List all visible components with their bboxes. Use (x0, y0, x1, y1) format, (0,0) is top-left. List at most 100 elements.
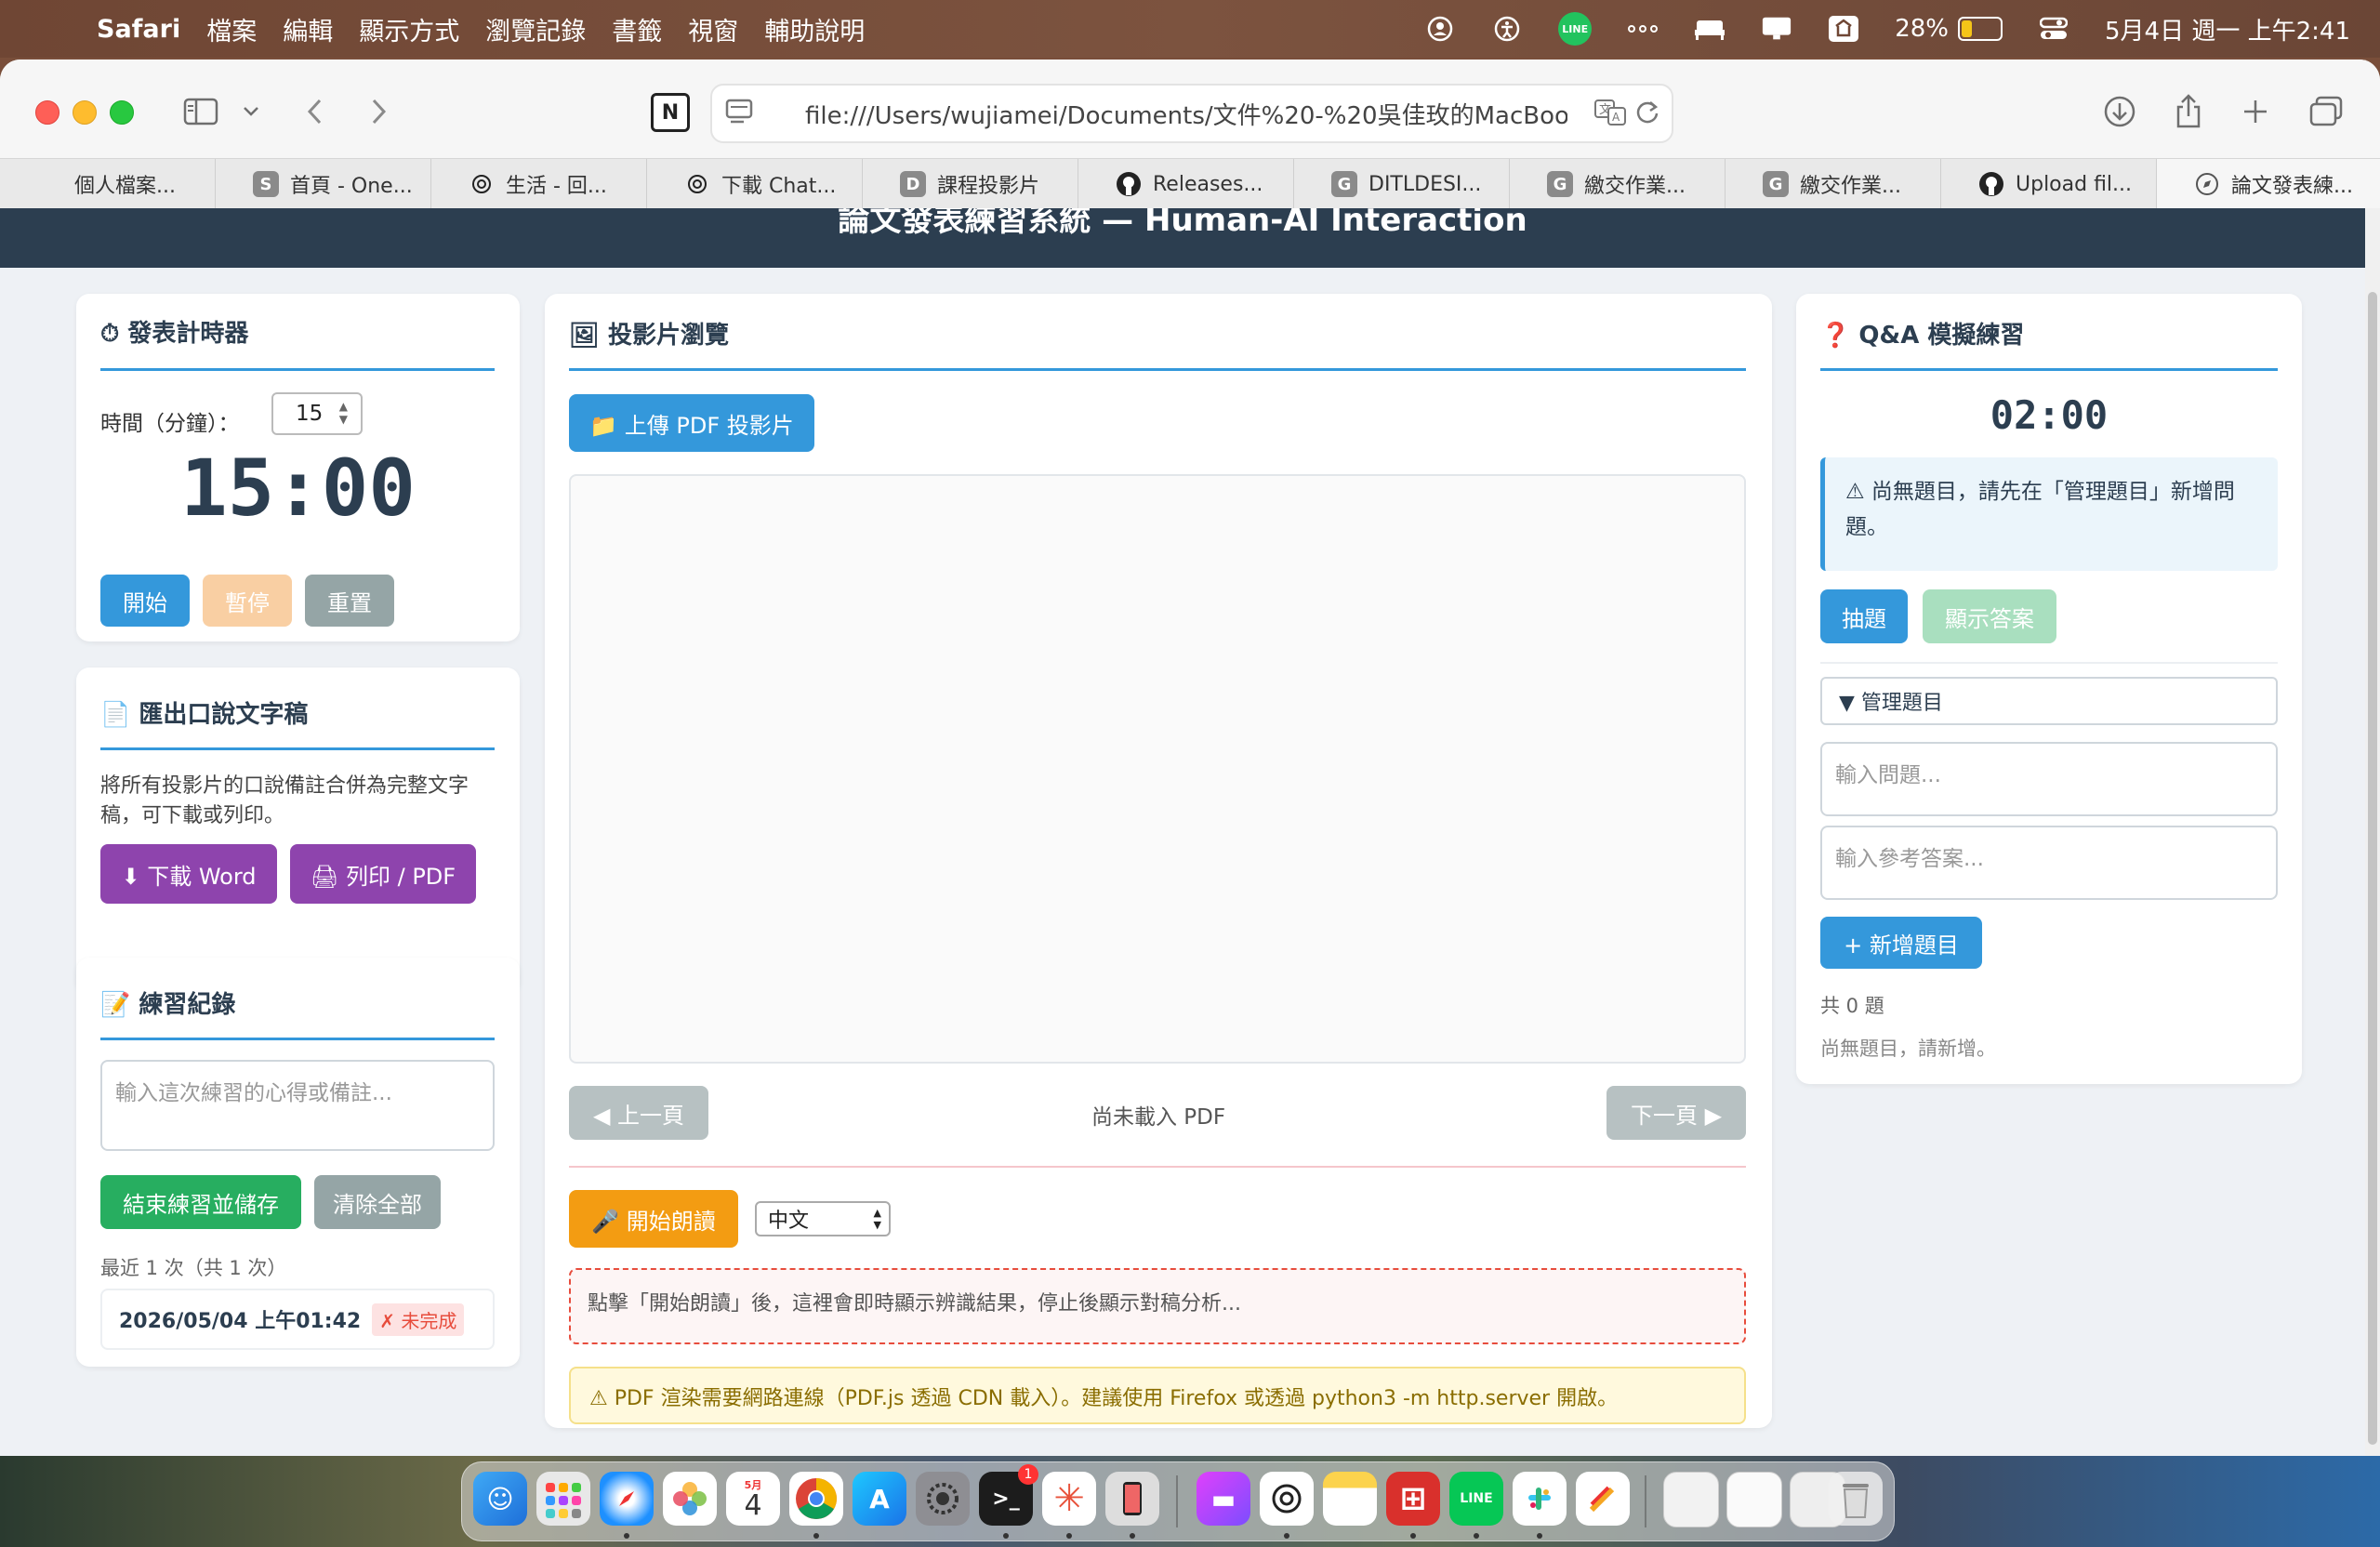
tab-download-chatgpt[interactable]: 下載 Chat... (647, 159, 863, 209)
tab-releases[interactable]: Releases... (1078, 159, 1294, 209)
display-icon[interactable] (1761, 13, 1792, 45)
slide-viewer[interactable] (569, 474, 1746, 1064)
more-icon[interactable] (1627, 13, 1659, 45)
slack-icon[interactable] (1513, 1472, 1567, 1526)
forward-button[interactable] (359, 91, 400, 132)
app-store-icon[interactable]: A (853, 1472, 906, 1526)
pause-button[interactable]: 暫停 (203, 575, 292, 627)
address-bar[interactable]: file:///Users/wujiamei/Documents/文件%20-%… (710, 84, 1673, 143)
menu-view[interactable]: 顯示方式 (359, 11, 459, 47)
page-scrollbar[interactable] (2365, 208, 2380, 1456)
upload-pdf-button[interactable]: 📁 上傳 PDF 投影片 (569, 394, 814, 452)
chevron-down-icon[interactable] (231, 91, 271, 132)
sidebar-toggle-icon[interactable] (180, 91, 221, 132)
tab-onedrive-home[interactable]: S 首頁 - One... (216, 159, 431, 209)
share-icon[interactable] (2168, 91, 2209, 132)
battery-percent: 28% (1895, 15, 1949, 43)
reload-icon[interactable] (1634, 99, 1660, 133)
tab-label: 下載 Chat... (721, 175, 837, 198)
notes-icon[interactable] (1323, 1472, 1377, 1526)
zoom-window-button[interactable] (110, 100, 134, 125)
accessibility-icon[interactable] (1491, 13, 1523, 45)
control-center-icon[interactable] (2038, 13, 2069, 45)
download-word-button[interactable]: ⬇ 下載 Word (100, 844, 277, 904)
menu-bookmarks[interactable]: 書籤 (612, 11, 662, 47)
screen-recorder-icon[interactable]: ▬ (1197, 1472, 1250, 1526)
chrome-icon[interactable] (789, 1472, 843, 1526)
tab-life[interactable]: 生活 - 回... (431, 159, 647, 209)
language-select[interactable]: 中文 ▲ ▼ (755, 1201, 891, 1236)
photos-icon[interactable] (663, 1472, 717, 1526)
tab-label: 繳交作業... (1800, 175, 1901, 198)
show-answer-button[interactable]: 顯示答案 (1923, 589, 2056, 643)
tab-ditldesign[interactable]: G DITLDESI... (1294, 159, 1510, 209)
minutes-stepper[interactable]: 15 ▲ ▼ (271, 392, 363, 435)
menubar-datetime[interactable]: 5月4日 週一 上午2:41 (2105, 12, 2350, 46)
notion-icon[interactable]: N (651, 93, 690, 132)
divider (100, 1038, 495, 1040)
scrollbar-thumb[interactable] (2368, 292, 2377, 1445)
user-icon[interactable] (1424, 13, 1456, 45)
back-button[interactable] (294, 91, 335, 132)
trash-icon[interactable] (1829, 1472, 1883, 1526)
menu-help[interactable]: 輔助說明 (764, 11, 865, 47)
safari-icon[interactable] (600, 1472, 654, 1526)
menu-window[interactable]: 視窗 (688, 11, 738, 47)
next-page-button[interactable]: 下一頁 ▶ (1606, 1086, 1746, 1140)
launchpad-icon[interactable] (536, 1472, 590, 1526)
running-indicator (624, 1533, 629, 1539)
pdf-warning: ⚠ PDF 渲染需要網路連線（PDF.js 透過 CDN 載入）。建議使用 Fi… (569, 1367, 1746, 1424)
start-button[interactable]: 開始 (100, 575, 190, 627)
reset-button[interactable]: 重置 (305, 575, 394, 627)
calendar-icon[interactable]: 5月 4 (726, 1472, 780, 1526)
minimized-window-thumbnail[interactable] (1663, 1472, 1719, 1527)
downloads-icon[interactable] (2099, 91, 2140, 132)
end-and-save-button[interactable]: 結束練習並儲存 (100, 1175, 301, 1229)
tab-label: DITLDESI... (1368, 172, 1482, 196)
tab-label: Releases... (1153, 172, 1263, 196)
menu-history[interactable]: 瀏覽記錄 (485, 11, 586, 47)
read-aloud-button[interactable]: 🎤 開始朗讀 (569, 1190, 738, 1248)
new-tab-icon[interactable] (2235, 91, 2276, 132)
print-pdf-button[interactable]: 🖨 列印 / PDF (290, 844, 476, 904)
claude-icon[interactable]: ✳ (1042, 1472, 1096, 1526)
empty-questions-text: 尚無題目，請新增。 (1820, 1038, 1996, 1060)
stepper-arrows-icon[interactable]: ▲ ▼ (339, 400, 348, 426)
system-settings-icon[interactable] (916, 1472, 970, 1526)
close-window-button[interactable] (35, 100, 60, 125)
page-settings-icon[interactable] (725, 99, 753, 131)
menu-app-name[interactable]: Safari (97, 15, 180, 44)
draw-question-button[interactable]: 抽題 (1820, 589, 1908, 643)
tab-overview-icon[interactable] (2306, 91, 2347, 132)
acrobat-icon[interactable]: ⊞ (1386, 1472, 1440, 1526)
clear-all-button[interactable]: 清除全部 (314, 1175, 441, 1229)
manage-questions-toggle[interactable]: ▼ 管理題目 (1820, 677, 2278, 725)
minimized-window-thumbnail[interactable] (1726, 1472, 1782, 1527)
line-icon[interactable]: LINE (1558, 12, 1593, 46)
menu-file[interactable]: 檔案 (206, 11, 257, 47)
question-input[interactable]: 輸入問題... (1820, 742, 2278, 816)
input-method-icon[interactable] (1828, 13, 1859, 45)
pages-icon[interactable] (1576, 1472, 1630, 1526)
tab-favicon: G (1547, 171, 1573, 197)
divider (1820, 368, 2278, 371)
divider (569, 368, 1746, 371)
translate-icon[interactable]: 文A (1593, 99, 1627, 133)
tab-upload-files[interactable]: Upload fil... (1941, 159, 2157, 209)
battery-status[interactable]: 28% (1895, 15, 2003, 43)
line-app-icon[interactable]: LINE (1449, 1472, 1503, 1526)
finder-icon[interactable]: ☺ (473, 1472, 527, 1526)
practice-note-input[interactable]: 輸入這次練習的心得或備註... (100, 1060, 495, 1151)
tab-presentation-practice[interactable]: 論文發表練... (2157, 159, 2380, 209)
tab-submit-homework-1[interactable]: G 繳交作業... (1510, 159, 1726, 209)
tab-course-slides[interactable]: D 課程投影片 (863, 159, 1078, 209)
minimize-window-button[interactable] (73, 100, 97, 125)
tab-profile[interactable]: 個人檔案... (0, 159, 216, 209)
menu-edit[interactable]: 編輯 (283, 11, 333, 47)
chatgpt-icon[interactable] (1260, 1472, 1314, 1526)
tab-submit-homework-2[interactable]: G 繳交作業... (1726, 159, 1941, 209)
answer-input[interactable]: 輸入參考答案... (1820, 826, 2278, 900)
add-question-button[interactable]: + 新增題目 (1820, 917, 1982, 969)
bed-icon[interactable] (1694, 13, 1726, 45)
iphone-mirroring-icon[interactable] (1105, 1472, 1159, 1526)
